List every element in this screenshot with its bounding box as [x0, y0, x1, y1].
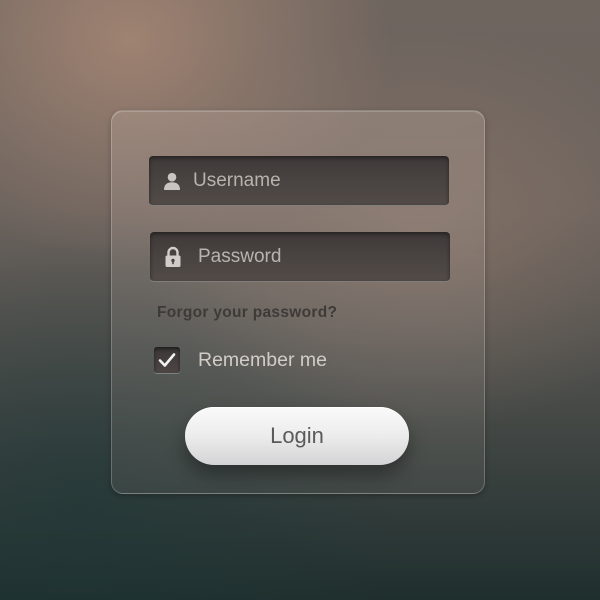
- remember-me-checkbox[interactable]: [154, 347, 180, 373]
- lock-icon: [162, 246, 184, 268]
- user-icon: [161, 170, 183, 192]
- checkmark-icon: [158, 353, 176, 367]
- login-panel: Forgor your password? Remember me Login: [111, 110, 485, 494]
- forgot-password-link[interactable]: Forgor your password?: [157, 304, 337, 322]
- password-input[interactable]: [184, 232, 450, 281]
- remember-me-label: Remember me: [198, 348, 327, 371]
- login-button[interactable]: Login: [185, 407, 409, 465]
- password-field[interactable]: [150, 232, 450, 282]
- remember-me-row[interactable]: Remember me: [154, 347, 327, 373]
- username-input[interactable]: [183, 156, 449, 205]
- username-field[interactable]: [149, 156, 449, 206]
